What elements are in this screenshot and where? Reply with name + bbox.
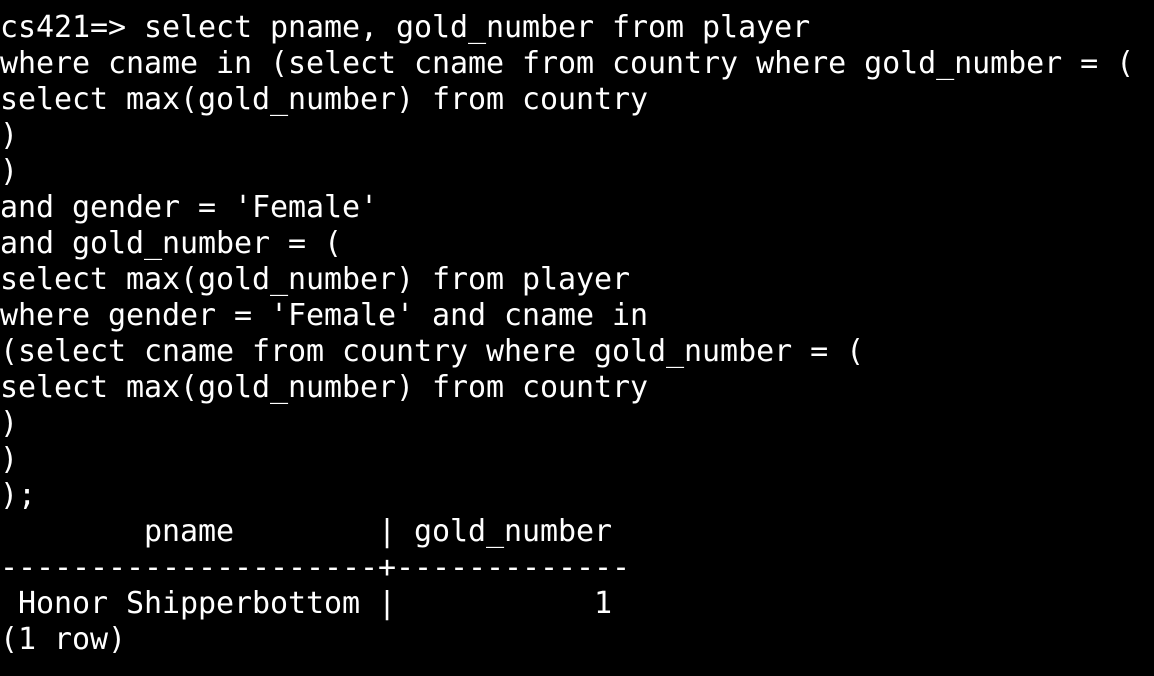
result-header-row: pname | gold_number xyxy=(0,514,613,549)
result-separator: ---------------------+------------- xyxy=(0,550,631,585)
result-row: Honor Shipperbottom | 1 xyxy=(0,586,613,621)
query-line: select max(gold_number) from country xyxy=(0,82,649,117)
query-line: where gender = 'Female' and cname in xyxy=(0,298,649,333)
query-line: ) xyxy=(0,154,19,189)
query-line: and gender = 'Female' xyxy=(0,190,379,225)
query-line: ) xyxy=(0,118,19,153)
prompt-query-line: cs421=> select pname, gold_number from p… xyxy=(0,10,811,45)
terminal-window[interactable]: cs421=> select pname, gold_number from p… xyxy=(0,0,1154,676)
query-line: (select cname from country where gold_nu… xyxy=(0,334,865,369)
query-line: select max(gold_number) from country xyxy=(0,370,649,405)
query-line: select max(gold_number) from player xyxy=(0,262,631,297)
query-line: ) xyxy=(0,442,19,477)
query-line: ) xyxy=(0,406,19,441)
query-line: where cname in (select cname from countr… xyxy=(0,46,1135,81)
query-line: ); xyxy=(0,478,37,513)
row-count: (1 row) xyxy=(0,622,127,657)
query-line: and gold_number = ( xyxy=(0,226,343,261)
